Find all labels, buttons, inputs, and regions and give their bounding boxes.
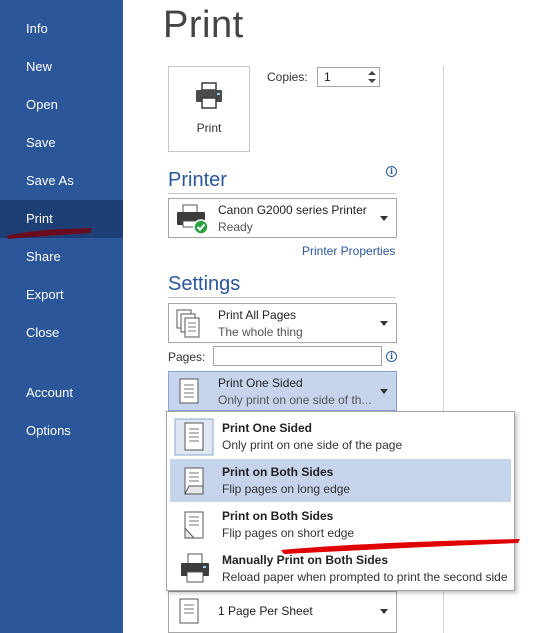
red-annotation-stroke bbox=[281, 539, 520, 554]
info-icon[interactable]: i bbox=[386, 166, 397, 177]
settings-heading-rule bbox=[168, 297, 396, 298]
printer-properties-link[interactable]: Printer Properties bbox=[302, 244, 395, 258]
copies-label: Copies: bbox=[267, 70, 308, 84]
pages-range-subtitle: The whole thing bbox=[218, 325, 303, 339]
page-title: Print bbox=[163, 4, 244, 46]
copies-value: 1 bbox=[324, 70, 331, 84]
copies-spinner[interactable] bbox=[365, 68, 379, 86]
copies-stepper[interactable]: 1 bbox=[317, 67, 380, 87]
option-title: Print on Both Sides bbox=[222, 465, 334, 479]
option-both-sides-long-edge[interactable]: Print on Both Sides Flip pages on long e… bbox=[170, 459, 511, 502]
duplex-long-edge-icon bbox=[184, 467, 204, 495]
nav-share[interactable]: Share bbox=[0, 238, 123, 276]
option-title: Print One Sided bbox=[222, 421, 313, 435]
option-subtitle: Only print on one side of the page bbox=[222, 438, 403, 452]
one-sided-page-icon bbox=[174, 418, 214, 456]
chevron-down-icon[interactable] bbox=[368, 79, 376, 83]
pages-label: Pages: bbox=[168, 350, 206, 364]
printer-icon bbox=[196, 82, 222, 109]
printer-heading: Printer bbox=[168, 169, 227, 191]
pages-input[interactable] bbox=[213, 346, 382, 366]
printer-heading-rule bbox=[168, 193, 396, 194]
option-one-sided[interactable]: Print One Sided Only print on one side o… bbox=[170, 415, 511, 458]
nav-options[interactable]: Options bbox=[0, 412, 123, 450]
single-page-icon bbox=[179, 598, 199, 624]
nav-save-as[interactable]: Save As bbox=[0, 162, 123, 200]
duplex-short-edge-icon bbox=[184, 511, 204, 539]
nav-export[interactable]: Export bbox=[0, 276, 123, 314]
option-subtitle: Flip pages on long edge bbox=[222, 482, 351, 496]
caret-down-icon bbox=[380, 321, 388, 326]
option-subtitle: Reload paper when prompted to print the … bbox=[222, 570, 508, 584]
chevron-up-icon[interactable] bbox=[368, 71, 376, 75]
per-sheet-title: 1 Page Per Sheet bbox=[218, 604, 313, 618]
sides-select[interactable]: Print One Sided Only print on one side o… bbox=[168, 371, 397, 411]
nav-new[interactable]: New bbox=[0, 48, 123, 86]
caret-down-icon bbox=[380, 216, 388, 221]
one-sided-page-icon bbox=[179, 378, 199, 404]
nav-close[interactable]: Close bbox=[0, 314, 123, 352]
caret-down-icon bbox=[380, 389, 388, 394]
nav-account[interactable]: Account bbox=[0, 374, 123, 412]
print-pane: Print Print Copies: 1 Printer i Canon G2… bbox=[123, 0, 558, 633]
info-icon[interactable]: i bbox=[386, 351, 397, 362]
red-annotation-stroke bbox=[6, 228, 92, 239]
print-button-label: Print bbox=[196, 121, 222, 135]
pages-range-title: Print All Pages bbox=[218, 308, 297, 322]
printer-ready-icon bbox=[177, 204, 209, 235]
backstage-sidebar: Info New Open Save Save As Print Share E… bbox=[0, 0, 123, 633]
print-button[interactable]: Print bbox=[168, 66, 250, 152]
sides-subtitle: Only print on one side of th... bbox=[218, 393, 372, 407]
pages-per-sheet-select[interactable]: 1 Page Per Sheet bbox=[168, 591, 397, 633]
caret-down-icon bbox=[380, 609, 388, 614]
option-title: Print on Both Sides bbox=[222, 509, 334, 523]
printer-status: Ready bbox=[218, 220, 253, 234]
printer-select[interactable]: Canon G2000 series Printer Ready bbox=[168, 198, 397, 238]
nav-info[interactable]: Info bbox=[0, 10, 123, 48]
settings-heading: Settings bbox=[168, 273, 241, 295]
manual-duplex-printer-icon bbox=[181, 553, 209, 583]
pages-stack-icon bbox=[176, 309, 200, 338]
sides-title: Print One Sided bbox=[218, 376, 303, 390]
pages-range-select[interactable]: Print All Pages The whole thing bbox=[168, 303, 397, 343]
nav-open[interactable]: Open bbox=[0, 86, 123, 124]
sides-dropdown-menu: Print One Sided Only print on one side o… bbox=[166, 411, 515, 591]
printer-name: Canon G2000 series Printer bbox=[218, 203, 367, 217]
nav-save[interactable]: Save bbox=[0, 124, 123, 162]
